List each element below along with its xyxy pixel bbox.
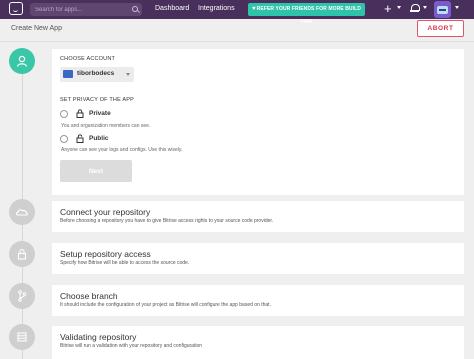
step-title: Validating repository <box>60 332 137 342</box>
step-connect-repository: Connect your repository Before choosing … <box>52 201 464 232</box>
step-5-indicator <box>9 324 35 350</box>
search-input[interactable] <box>35 4 125 15</box>
choose-account-label: CHOOSE ACCOUNT <box>60 56 116 62</box>
account-avatar <box>63 70 73 78</box>
account-select[interactable]: tiborbodecs <box>60 67 134 82</box>
nav-integrations-link[interactable]: Integrations <box>198 5 235 12</box>
step-1-indicator <box>9 48 35 74</box>
public-option-description: Anyone can see your logs and configs. Us… <box>61 147 183 153</box>
notification-bell-icon[interactable] <box>410 4 420 13</box>
step-choose-branch: Choose branch It should include the conf… <box>52 285 464 316</box>
private-option-title[interactable]: Private <box>89 110 111 117</box>
branch-icon <box>18 290 27 302</box>
privacy-label: SET PRIVACY OF THE APP <box>60 97 134 103</box>
public-option-title[interactable]: Public <box>89 135 109 142</box>
step-description: Specify how Bitrise will be able to acce… <box>60 260 190 266</box>
choose-account-card: CHOOSE ACCOUNT tiborbodecs SET PRIVACY O… <box>52 49 464 195</box>
step-title: Setup repository access <box>60 249 151 259</box>
profile-chevron-down-icon[interactable] <box>455 6 459 9</box>
cloud-icon <box>15 209 29 216</box>
unlock-icon <box>76 134 84 143</box>
bitrise-logo-icon[interactable] <box>9 2 23 15</box>
search-box[interactable] <box>30 3 142 16</box>
page-title: Create New App <box>11 25 62 32</box>
step-4-indicator <box>9 283 35 309</box>
chevron-down-icon <box>126 73 130 76</box>
lock-icon <box>76 109 84 118</box>
next-button[interactable]: Next <box>60 160 132 182</box>
user-icon <box>16 55 28 67</box>
search-icon[interactable] <box>132 6 138 12</box>
nav-dashboard-link[interactable]: Dashboard <box>155 5 189 12</box>
step-validating-repository: Validating repository Bitrise will run a… <box>52 326 464 359</box>
private-radio[interactable] <box>60 110 68 118</box>
add-menu-chevron-down-icon[interactable] <box>397 6 401 9</box>
step-3-indicator <box>9 241 35 267</box>
heart-icon: ♥ <box>252 6 256 12</box>
user-avatar[interactable] <box>434 1 451 18</box>
private-option-description: You and organization members can see. <box>61 123 151 129</box>
header-divider <box>0 41 474 42</box>
step-title: Connect your repository <box>60 207 151 217</box>
account-name: tiborbodecs <box>77 70 115 77</box>
refer-friends-label: REFER YOUR FRIENDS FOR MORE BUILD TIME <box>256 6 361 25</box>
step-description: Bitrise will run a validation with your … <box>60 343 203 349</box>
public-radio[interactable] <box>60 135 68 143</box>
abort-button[interactable]: ABORT <box>417 20 464 37</box>
notification-chevron-down-icon[interactable] <box>423 6 427 9</box>
step-2-indicator <box>9 199 35 225</box>
lock-icon <box>17 248 27 260</box>
add-app-plus-icon[interactable]: + <box>384 1 392 16</box>
refer-friends-button[interactable]: ♥REFER YOUR FRIENDS FOR MORE BUILD TIME <box>248 3 365 25</box>
top-navigation-bar: Dashboard Integrations ♥REFER YOUR FRIEN… <box>0 0 474 25</box>
step-setup-repository-access: Setup repository access Specify how Bitr… <box>52 243 464 274</box>
step-title: Choose branch <box>60 291 118 301</box>
step-description: Before choosing a repository you have to… <box>60 218 274 224</box>
server-icon <box>17 332 27 342</box>
step-description: It should include the configuration of y… <box>60 302 271 308</box>
